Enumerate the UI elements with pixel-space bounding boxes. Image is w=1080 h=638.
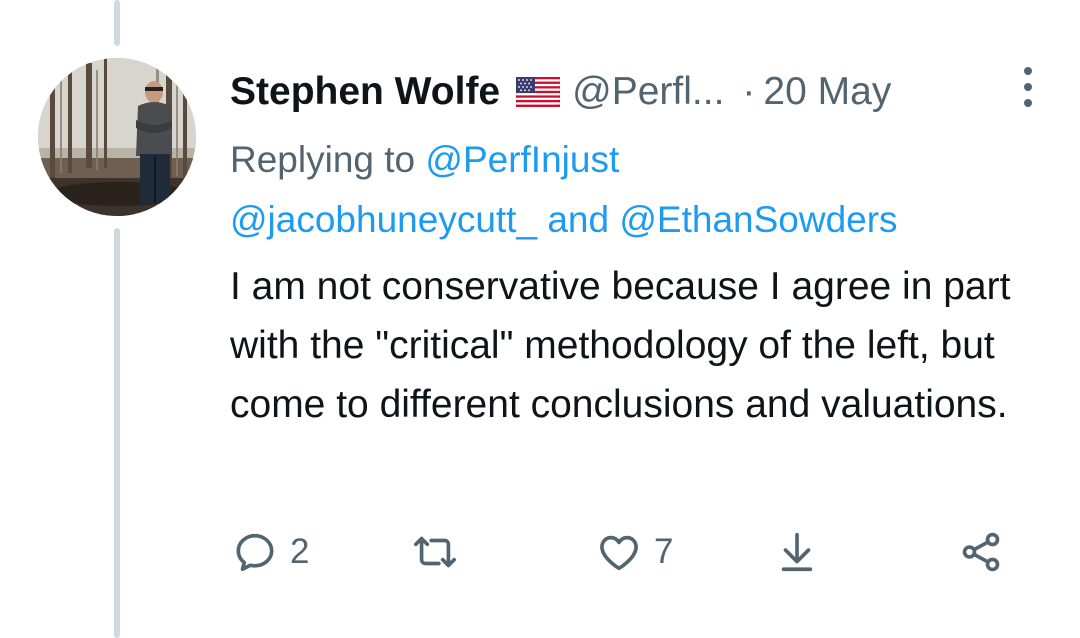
download-icon	[781, 532, 813, 572]
thread-line-bottom	[114, 228, 120, 638]
mention-link[interactable]: @PerfInjust	[425, 139, 619, 180]
separator-dot: ·	[742, 70, 756, 113]
mention-link[interactable]: @jacobhuneycutt_	[230, 199, 537, 240]
avatar[interactable]	[38, 58, 196, 216]
replying-line-1: Replying to @PerfInjust	[230, 130, 898, 190]
author-name[interactable]: Stephen Wolfe	[230, 70, 500, 114]
reply-count: 2	[290, 532, 310, 571]
tweet-header: Stephen Wolfe @Perfl... · 20 May	[230, 62, 1040, 122]
retweet-icon	[414, 536, 456, 568]
reply-icon	[236, 533, 274, 572]
action-bar: 2 7	[230, 522, 1040, 582]
timestamp[interactable]: 20 May	[763, 70, 891, 114]
heart-icon	[600, 535, 638, 571]
share-button[interactable]	[958, 522, 1004, 582]
more-options-icon[interactable]	[1020, 64, 1036, 110]
like-button[interactable]: 7	[596, 522, 673, 582]
mention-link[interactable]: @EthanSowders	[619, 199, 897, 240]
download-button[interactable]	[774, 522, 820, 582]
tweet-text: I am not conservative because I agree in…	[230, 265, 1011, 426]
reply-button[interactable]: 2	[232, 522, 309, 582]
retweet-button[interactable]	[412, 522, 458, 582]
replying-to: Replying to @PerfInjust @jacobhuneycutt_…	[230, 130, 898, 250]
author-handle[interactable]: @Perfl...	[572, 70, 724, 114]
replying-prefix: Replying to	[230, 139, 416, 180]
avatar-photo	[38, 58, 196, 216]
thread-line-top	[114, 0, 120, 46]
replying-and: and	[547, 199, 610, 240]
us-flag-icon	[516, 77, 561, 107]
replying-line-2: @jacobhuneycutt_ and @EthanSowders	[230, 190, 898, 250]
like-count: 7	[654, 532, 674, 571]
share-icon	[962, 532, 1000, 572]
